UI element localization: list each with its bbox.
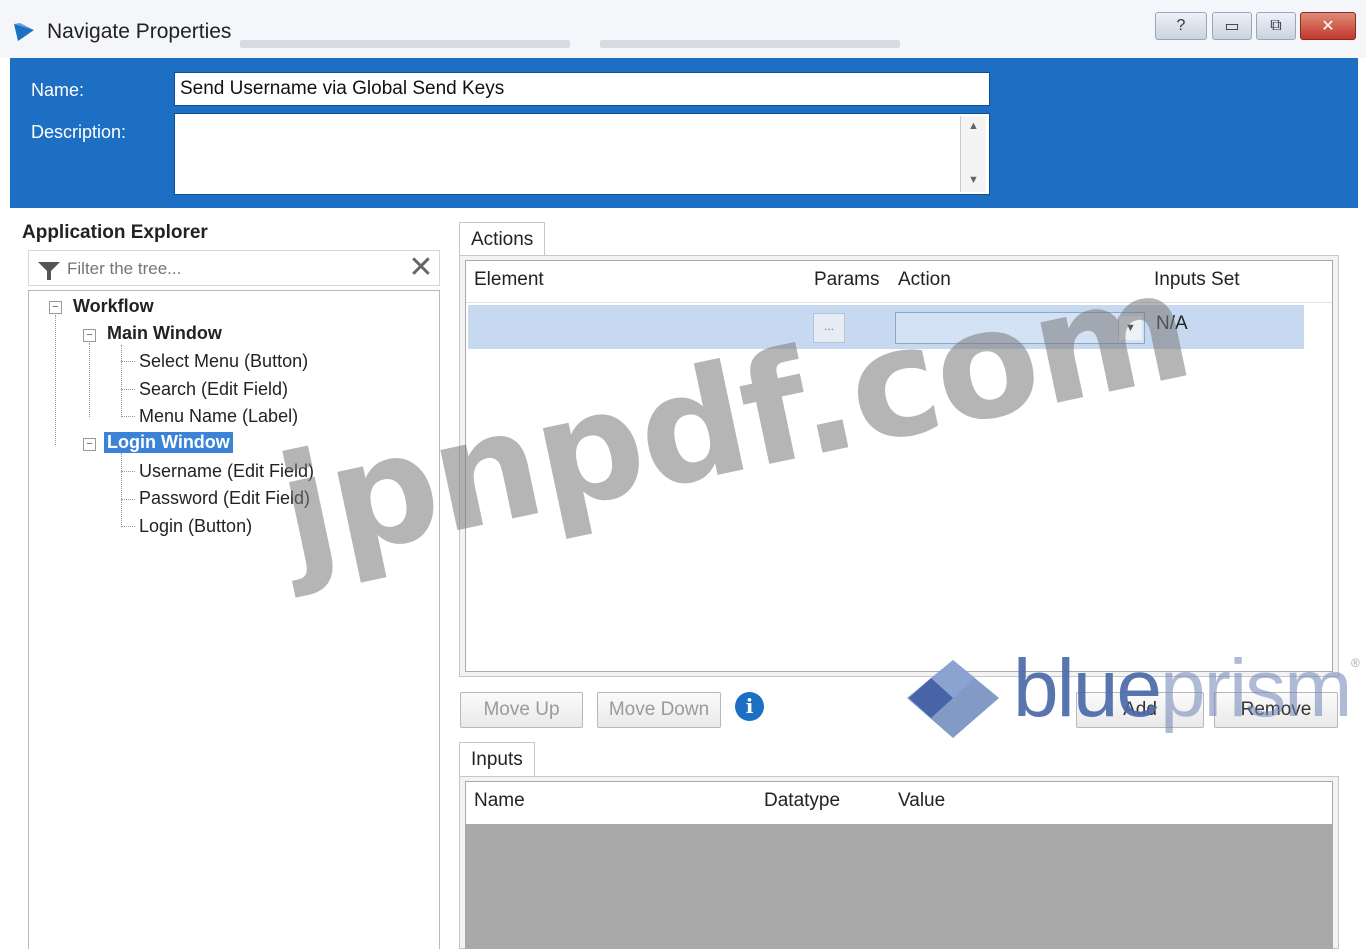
filter-input[interactable]	[67, 257, 397, 281]
column-header-value[interactable]: Value	[898, 790, 945, 812]
tree-node-element[interactable]: Password (Edit Field)	[139, 488, 310, 509]
application-explorer-title: Application Explorer	[22, 222, 208, 243]
properties-header: Name: Description: ▲ ▼	[10, 58, 1358, 208]
background-window-ghost	[240, 40, 570, 48]
column-header-datatype[interactable]: Datatype	[764, 790, 840, 812]
column-header-element[interactable]: Element	[474, 269, 544, 291]
inputs-set-cell: N/A	[1156, 313, 1188, 334]
minimize-button[interactable]: ▭	[1212, 12, 1252, 40]
tree-connector	[89, 343, 90, 417]
tree-connector	[121, 416, 135, 417]
tree-node-element[interactable]: Login (Button)	[139, 516, 252, 537]
scroll-up-icon[interactable]: ▲	[968, 120, 979, 132]
tree-connector	[121, 526, 135, 527]
background-window-ghost	[600, 40, 900, 48]
tree-connector	[55, 315, 56, 445]
column-header-inputs-set[interactable]: Inputs Set	[1154, 269, 1240, 291]
title-bar: Navigate Properties ? ▭ ⧉ ✕	[0, 0, 1366, 58]
close-button[interactable]: ✕	[1300, 12, 1356, 40]
tree-filter: ✕	[28, 250, 440, 286]
add-button[interactable]: Add	[1076, 692, 1204, 728]
help-button[interactable]: ?	[1155, 12, 1207, 40]
restore-button[interactable]: ⧉	[1256, 12, 1296, 40]
app-logo-icon	[14, 23, 34, 41]
name-label: Name:	[31, 80, 85, 100]
tree-connector	[121, 345, 122, 417]
name-field[interactable]	[174, 72, 990, 106]
filter-icon	[38, 262, 60, 280]
actions-grid-header: Element Params Action Inputs Set	[466, 261, 1332, 303]
tree-connector	[121, 453, 122, 525]
tree-connector	[121, 389, 135, 390]
tree-node-workflow[interactable]: Workflow	[73, 296, 154, 317]
tree-node-element[interactable]: Username (Edit Field)	[139, 461, 314, 482]
description-field[interactable]	[174, 113, 990, 195]
tree-node-element[interactable]: Search (Edit Field)	[139, 379, 288, 400]
move-down-button[interactable]: Move Down	[597, 692, 721, 728]
tab-inputs[interactable]: Inputs	[459, 742, 535, 778]
application-tree: − Workflow − Main Window Select Menu (Bu…	[28, 290, 440, 949]
tree-connector	[121, 499, 135, 500]
collapse-icon[interactable]: −	[83, 438, 96, 451]
tree-connector	[121, 361, 135, 362]
tree-node-main-window[interactable]: Main Window	[107, 323, 222, 344]
tree-node-login-window[interactable]: Login Window	[104, 432, 233, 453]
collapse-icon[interactable]: −	[49, 301, 62, 314]
action-dropdown[interactable]: ▼	[895, 312, 1145, 344]
params-button[interactable]: ...	[813, 313, 845, 343]
inputs-grid-header: Name Datatype Value	[466, 782, 1332, 824]
column-header-action[interactable]: Action	[898, 269, 951, 291]
registered-mark: ®	[1351, 656, 1360, 670]
dropdown-arrow-icon[interactable]: ▼	[1118, 316, 1142, 340]
inputs-grid: Name Datatype Value	[465, 781, 1333, 949]
tree-connector	[121, 471, 135, 472]
remove-button[interactable]: Remove	[1214, 692, 1338, 728]
tab-actions[interactable]: Actions	[459, 222, 546, 258]
tree-node-element[interactable]: Select Menu (Button)	[139, 351, 308, 372]
info-icon[interactable]: i	[735, 692, 764, 721]
description-label: Description:	[31, 122, 127, 142]
collapse-icon[interactable]: −	[83, 329, 96, 342]
description-scrollbar[interactable]: ▲ ▼	[960, 116, 986, 192]
column-header-params[interactable]: Params	[814, 269, 879, 291]
table-row[interactable]: ... ▼ N/A	[468, 305, 1304, 349]
actions-grid: Element Params Action Inputs Set ... ▼ N…	[465, 260, 1333, 672]
scroll-down-icon[interactable]: ▼	[968, 174, 979, 186]
clear-filter-icon[interactable]: ✕	[405, 251, 437, 285]
move-up-button[interactable]: Move Up	[460, 692, 583, 728]
tree-node-element[interactable]: Menu Name (Label)	[139, 406, 298, 427]
window-title: Navigate Properties	[47, 20, 232, 43]
column-header-name[interactable]: Name	[474, 790, 525, 812]
